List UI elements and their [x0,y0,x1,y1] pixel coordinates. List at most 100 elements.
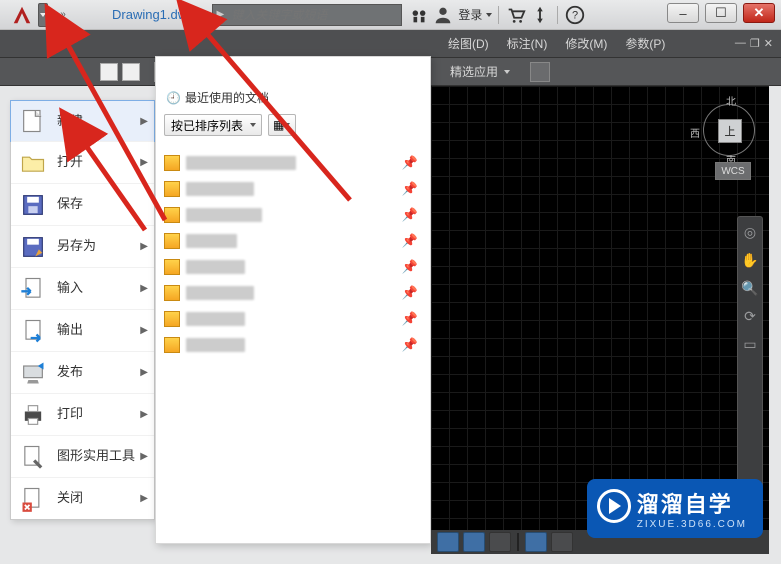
submenu-arrow-icon: ▶ [140,367,148,378]
app-logo[interactable] [8,1,36,29]
separator [498,6,499,24]
nav-showm-icon[interactable]: ▭ [741,335,759,353]
dwg-file-icon [164,311,180,327]
menu-publish[interactable]: 发布 ▶ [11,351,154,393]
nav-wheel-icon[interactable]: ◎ [741,223,759,241]
featured-apps-label[interactable]: 精选应用 [450,63,510,80]
menu-export[interactable]: 输出 ▶ [11,309,154,351]
utilities-icon [19,443,47,471]
app-menu-dropdown[interactable] [38,3,48,27]
menu-dimension[interactable]: 标注(N) [507,35,548,52]
pin-icon[interactable]: 📌 [402,337,418,353]
view-combo[interactable]: ▦ [268,114,296,136]
status-button[interactable] [489,532,511,552]
submenu-arrow-icon: ▶ [140,409,148,420]
viewcube[interactable]: 上 北 南 西 [703,104,755,156]
recent-file-item[interactable]: █████📌 [164,228,422,254]
pin-icon[interactable]: 📌 [402,311,418,327]
sort-combo[interactable]: 按已排序列表 [164,114,262,136]
login-icon[interactable] [432,4,454,26]
menu-parametric[interactable]: 参数(P) [625,35,665,52]
watermark-badge: 溜溜自学 ZIXUE.3D66.COM [587,479,763,538]
menu-draw[interactable]: 绘图(D) [448,35,489,52]
print-icon [19,401,47,429]
recent-file-item[interactable]: ████████📌 [164,202,422,228]
menu-close[interactable]: 关闭 ▶ [11,477,154,519]
drawing-canvas[interactable]: 上 北 南 西 WCS ◎ ✋ 🔍 ⟳ ▭ [431,86,769,530]
panel-tool-icon[interactable] [530,62,550,82]
navigation-bar: ◎ ✋ 🔍 ⟳ ▭ [737,216,763,522]
submenu-arrow-icon: ▶ [140,157,148,168]
viewcube-face[interactable]: 上 [718,119,742,143]
search-submit-icon[interactable] [408,4,430,26]
menu-import[interactable]: 输入 ▶ [11,267,154,309]
pin-icon[interactable]: 📌 [402,155,418,171]
recent-header-label: 最近使用的文档 [185,89,269,106]
status-button[interactable] [525,532,547,552]
status-button[interactable] [437,532,459,552]
doc-restore-icon[interactable]: ❐ [750,37,760,50]
search-box[interactable]: ▶ [212,4,402,26]
saveas-icon [19,233,47,261]
dwg-file-icon [164,285,180,301]
tool-icon[interactable] [122,63,140,81]
nav-zoom-icon[interactable]: 🔍 [741,279,759,297]
watermark-url: ZIXUE.3D66.COM [637,519,747,530]
pin-icon[interactable]: 📌 [402,233,418,249]
help-icon[interactable]: ? [564,4,586,26]
application-menu: 新建 ▶ 打开 ▶ 保存 另存为 ▶ 输入 ▶ 输出 ▶ 发布 ▶ 打印 ▶ 图… [10,100,155,520]
play-icon [597,489,631,523]
separator [557,6,558,24]
exchange-icon[interactable] [529,4,551,26]
recent-file-item[interactable]: ████████████📌 [164,150,422,176]
pin-icon[interactable]: 📌 [402,259,418,275]
viewcube-north-label: 北 [726,93,736,108]
login-button[interactable]: 登录 [458,6,492,23]
status-button[interactable] [463,532,485,552]
recent-file-item[interactable]: ██████📌 [164,254,422,280]
window-close-button[interactable]: ✕ [743,3,775,23]
recent-file-item[interactable]: ███████📌 [164,176,422,202]
dwg-file-icon [164,337,180,353]
recent-file-item[interactable]: ███████📌 [164,280,422,306]
pin-icon[interactable]: 📌 [402,207,418,223]
window-maximize-button[interactable]: ☐ [705,3,737,23]
doc-close-icon[interactable]: ✕ [764,37,773,50]
menu-save[interactable]: 保存 [11,183,154,225]
submenu-arrow-icon: ▶ [140,493,148,504]
menu-utilities[interactable]: 图形实用工具 ▶ [11,435,154,477]
menu-open[interactable]: 打开 ▶ [11,141,154,183]
submenu-arrow-icon: ▶ [140,241,148,252]
import-icon [19,275,47,303]
nav-orbit-icon[interactable]: ⟳ [741,307,759,325]
submenu-arrow-icon: ▶ [140,451,148,462]
search-arrow-icon: ▶ [213,9,227,20]
recent-file-item[interactable]: ██████📌 [164,306,422,332]
watermark-title: 溜溜自学 [637,487,747,519]
window-minimize-button[interactable]: – [667,3,699,23]
cart-icon[interactable] [505,4,527,26]
submenu-arrow-icon: ▶ [140,283,148,294]
search-input[interactable] [227,8,401,22]
submenu-arrow-icon: ▶ [140,116,148,127]
recent-header-icon: 🕘 [166,91,181,105]
dwg-file-icon [164,155,180,171]
menu-saveas[interactable]: 另存为 ▶ [11,225,154,267]
recent-files-list: ████████████📌 ███████📌 ████████📌 █████📌 … [156,146,430,362]
tool-icon[interactable] [100,63,118,81]
wcs-indicator[interactable]: WCS [715,162,751,180]
status-button[interactable] [551,532,573,552]
pin-icon[interactable]: 📌 [402,285,418,301]
menu-print[interactable]: 打印 ▶ [11,393,154,435]
menu-modify[interactable]: 修改(M) [565,35,607,52]
menu-new[interactable]: 新建 ▶ [10,100,155,142]
doc-minimize-icon[interactable]: — [735,37,746,50]
qat-expand-icon[interactable]: » [54,4,72,26]
nav-pan-icon[interactable]: ✋ [741,251,759,269]
close-file-icon [19,485,47,513]
pin-icon[interactable]: 📌 [402,181,418,197]
recent-file-item[interactable]: ██████📌 [164,332,422,358]
new-file-icon [19,107,47,135]
submenu-arrow-icon: ▶ [140,325,148,336]
recent-documents-panel: 🕘 最近使用的文档 按已排序列表 ▦ ████████████📌 ███████… [155,56,431,544]
